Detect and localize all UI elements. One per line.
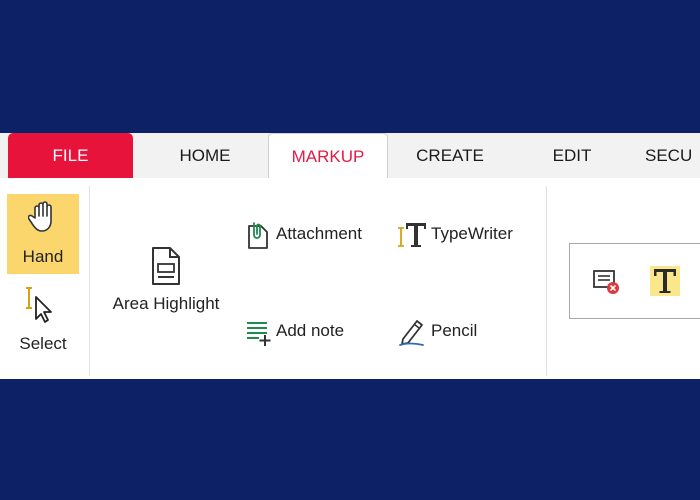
add-note-label: Add note: [276, 321, 345, 340]
separator: [89, 186, 90, 376]
hand-tool-button[interactable]: Hand: [7, 194, 79, 274]
add-note-button[interactable]: Add note: [245, 314, 365, 348]
area-highlight-button[interactable]: Area Highlight: [100, 242, 232, 324]
tab-home[interactable]: HOME: [140, 133, 270, 178]
tab-file[interactable]: FILE: [8, 133, 133, 178]
hand-icon: [27, 200, 58, 239]
remove-note-icon[interactable]: [592, 268, 622, 301]
select-cursor-icon: [21, 286, 65, 329]
separator: [546, 186, 547, 376]
markup-panel: Hand Select Area Highlight Attachment Ty…: [0, 178, 700, 379]
area-highlight-label: Area Highlight: [112, 294, 220, 313]
tab-bar: FILE HOME MARKUP CREATE EDIT SECU: [0, 133, 700, 179]
add-note-icon: [245, 317, 273, 359]
tab-markup[interactable]: MARKUP: [268, 133, 388, 179]
text-highlight-icon[interactable]: [650, 264, 682, 303]
pencil-button[interactable]: Pencil: [397, 314, 497, 348]
tab-create[interactable]: CREATE: [390, 133, 510, 178]
attachment-button[interactable]: Attachment: [245, 217, 385, 251]
typewriter-label: TypeWriter: [431, 224, 513, 243]
hand-label: Hand: [22, 247, 64, 266]
typewriter-button[interactable]: TypeWriter: [397, 217, 532, 251]
tab-edit[interactable]: EDIT: [512, 133, 632, 178]
tab-security[interactable]: SECU: [645, 133, 700, 178]
pencil-icon: [397, 317, 427, 359]
annotation-tools-box: [569, 243, 700, 319]
select-tool-button[interactable]: Select: [7, 282, 79, 362]
attachment-label: Attachment: [276, 224, 362, 243]
document-icon: [150, 246, 182, 291]
typewriter-icon: [397, 220, 429, 262]
ribbon: FILE HOME MARKUP CREATE EDIT SECU Hand S…: [0, 133, 700, 379]
paperclip-icon: [245, 220, 271, 262]
select-label: Select: [19, 334, 67, 353]
pencil-label: Pencil: [431, 321, 478, 340]
